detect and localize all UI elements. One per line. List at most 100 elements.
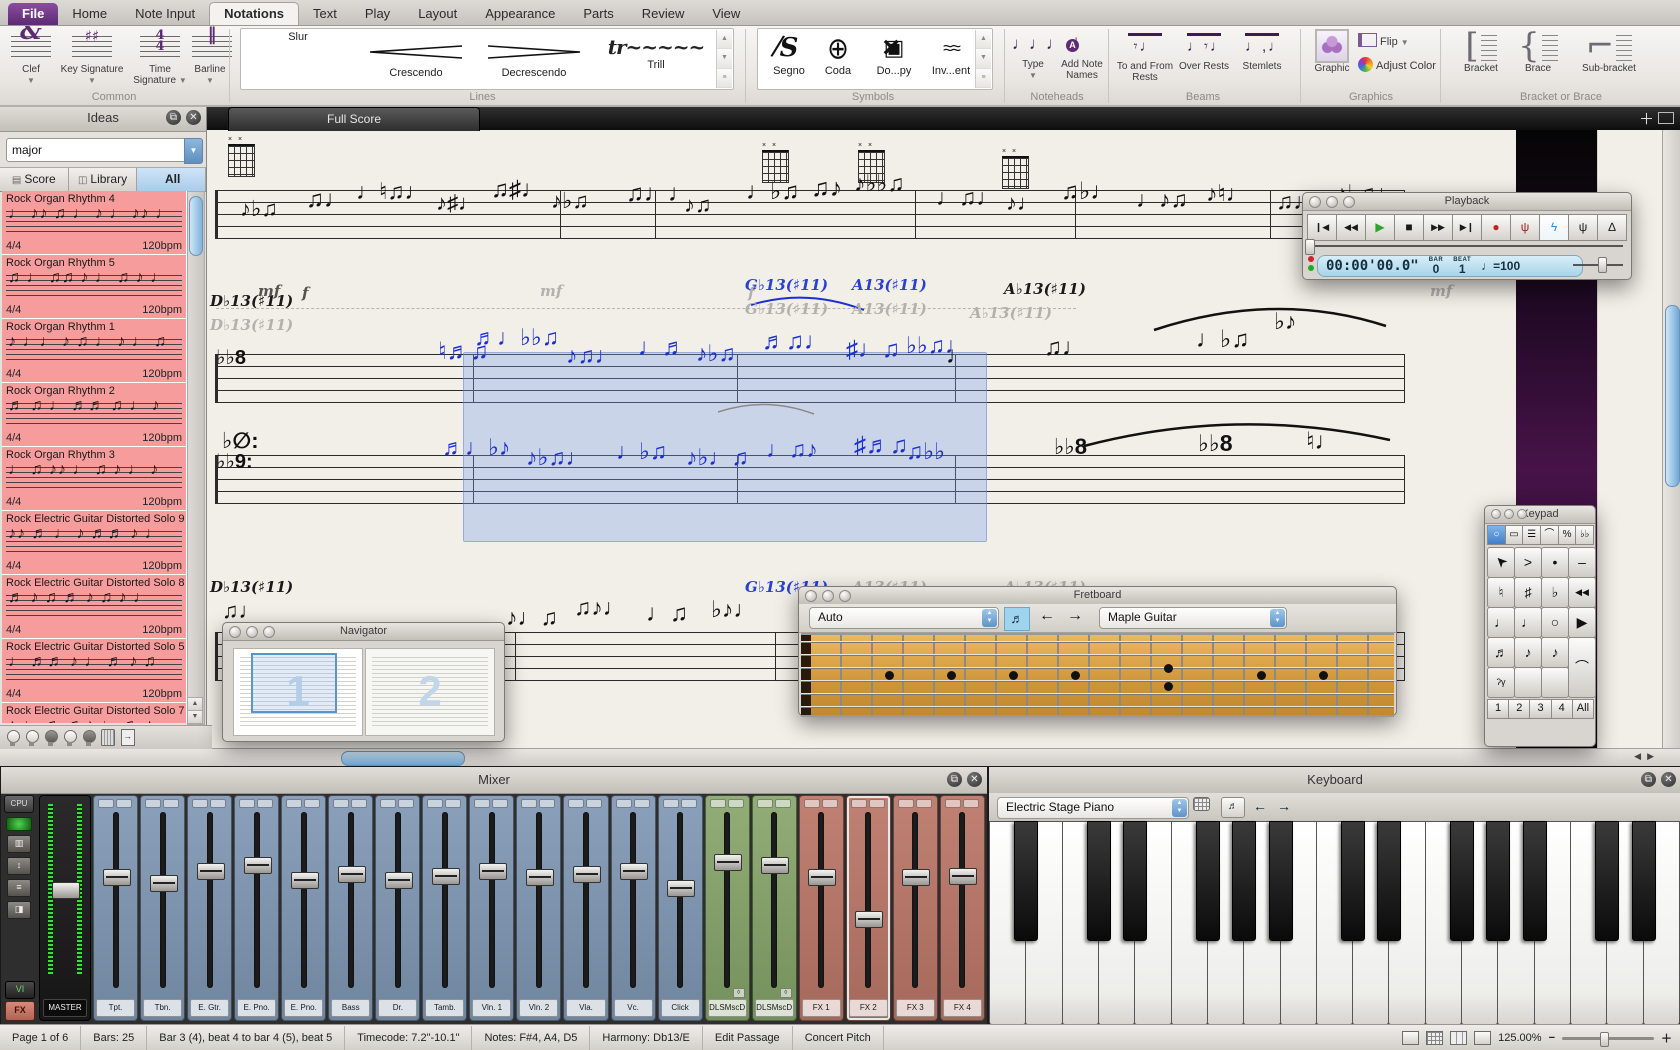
- mixer-channel-strip[interactable]: Vc.: [611, 795, 656, 1021]
- note-cluster[interactable]: ♫♭♭: [906, 440, 945, 463]
- keypad-title-bar[interactable]: Keypad: [1485, 506, 1595, 524]
- zoom-slider-track[interactable]: [1562, 1037, 1654, 1040]
- solo-button[interactable]: [916, 799, 932, 808]
- mixer-channel-strip[interactable]: Tamb.: [422, 795, 467, 1021]
- status-segment[interactable]: Bars: 25: [81, 1026, 147, 1050]
- keypad-tab[interactable]: ♭♭: [1575, 525, 1594, 545]
- fader-cap[interactable]: [150, 875, 178, 892]
- line-crescendo[interactable]: Crescendo: [361, 31, 471, 79]
- meter-view-button[interactable]: ▥: [7, 835, 31, 853]
- solo-button[interactable]: [210, 799, 226, 808]
- zoom-out-button[interactable]: −: [1549, 1032, 1555, 1044]
- keyboard-detach-button[interactable]: ⧉: [1641, 772, 1656, 787]
- keypad-key-blank-2[interactable]: [1541, 667, 1569, 698]
- note-cluster[interactable]: ♭♭8: [216, 348, 246, 368]
- navigator-title-bar[interactable]: Navigator: [223, 623, 504, 641]
- bracket-button[interactable]: [ Bracket: [1452, 29, 1510, 74]
- keypad-key-quarter-note[interactable]: ♩: [1487, 607, 1515, 638]
- keypad-tab[interactable]: ☰: [1522, 525, 1541, 545]
- mute-button[interactable]: [286, 799, 302, 808]
- note-cluster[interactable]: ♬♩♭♪: [442, 436, 510, 459]
- ribbon-tab[interactable]: View: [698, 3, 754, 25]
- note-cluster[interactable]: ♪♭♩♫: [686, 446, 749, 469]
- note-cluster[interactable]: ♫♩: [1044, 336, 1086, 360]
- keypad-key-accent[interactable]: >: [1514, 547, 1542, 578]
- mute-button[interactable]: [757, 799, 773, 808]
- mute-button[interactable]: [521, 799, 537, 808]
- note-cluster[interactable]: ♩♫: [646, 602, 688, 626]
- chord-symbol[interactable]: G♭13(♯11): [745, 300, 828, 318]
- octave-down-arrow[interactable]: ←: [1249, 797, 1271, 816]
- ideas-scrollbar-thumb[interactable]: [189, 196, 203, 256]
- note-cluster[interactable]: ♫♩♩: [626, 182, 692, 206]
- mixer-channel-strip[interactable]: E. Pno. (b): [281, 795, 326, 1021]
- mute-button[interactable]: [568, 799, 584, 808]
- note-cluster[interactable]: ♫♯♩: [491, 178, 545, 202]
- mute-button[interactable]: [239, 799, 255, 808]
- go-to-start-button[interactable]: ❙◀: [1307, 214, 1337, 241]
- score-vertical-scrollbar[interactable]: [1662, 130, 1680, 748]
- click-button[interactable]: ∆: [1597, 214, 1627, 241]
- solo-button[interactable]: [163, 799, 179, 808]
- symbols-gallery-scroll[interactable]: ▲▼≡: [975, 30, 991, 88]
- line-trill[interactable]: tr~~~~~ Trill: [601, 31, 711, 71]
- mixer-channel-strip[interactable]: FX 4: [940, 795, 985, 1021]
- mixer-channel-strip[interactable]: Dr.: [375, 795, 420, 1021]
- fretboard-title-bar[interactable]: Fretboard: [799, 587, 1396, 605]
- solo-button[interactable]: [963, 799, 979, 808]
- mixer-channel-strip[interactable]: E. Pno. (a): [234, 795, 279, 1021]
- fretboard-mode-select[interactable]: Auto▲▼: [809, 607, 999, 629]
- scroll-arrows[interactable]: ◀▶: [1634, 751, 1660, 762]
- ideas-close-button[interactable]: ✕: [186, 110, 201, 125]
- note-cluster[interactable]: ♩♫♪: [766, 438, 818, 461]
- new-tab-button[interactable]: ＋: [1639, 108, 1654, 129]
- solo-button[interactable]: [351, 799, 367, 808]
- play-button[interactable]: ▶: [1365, 214, 1395, 241]
- mute-button[interactable]: [192, 799, 208, 808]
- note-cluster[interactable]: ♬♩♭♭♫: [474, 326, 559, 349]
- clef-button[interactable]: & Clef▼: [8, 29, 54, 86]
- ribbon-tab[interactable]: Appearance: [471, 3, 569, 25]
- mixer-channel-strip[interactable]: Vln. 2: [516, 795, 561, 1021]
- master-fader[interactable]: [52, 882, 80, 899]
- playback-position-thumb[interactable]: [1305, 239, 1315, 255]
- solo-button[interactable]: [775, 799, 791, 808]
- master-strip[interactable]: MASTER: [39, 795, 91, 1021]
- solo-button[interactable]: [304, 799, 320, 808]
- strip-view-button[interactable]: ≡: [7, 879, 31, 897]
- mixer-channel-strip[interactable]: DLSMscD ◊: [705, 795, 750, 1021]
- playback-window-controls[interactable]: [1309, 196, 1355, 208]
- keypad-key-tie[interactable]: ⌒: [1568, 637, 1596, 698]
- mute-button[interactable]: [804, 799, 820, 808]
- fader-cap[interactable]: [338, 866, 366, 883]
- record-button[interactable]: ●: [1481, 214, 1511, 241]
- note-cluster[interactable]: ♮♩: [1306, 430, 1339, 454]
- keypad-key-previous[interactable]: ◀◀: [1568, 577, 1596, 608]
- black-key[interactable]: [1486, 821, 1510, 941]
- mixer-channel-strip[interactable]: E. Gtr.: [187, 795, 232, 1021]
- mute-button[interactable]: [427, 799, 443, 808]
- keypad-key-half-note[interactable]: ♩: [1514, 607, 1542, 638]
- key-signature-button[interactable]: ♯♯ Key Signature ▼: [60, 29, 124, 86]
- playback-position-track[interactable]: [1311, 245, 1623, 247]
- fader-cap[interactable]: [244, 857, 272, 874]
- fader-cap[interactable]: [949, 868, 977, 885]
- black-key[interactable]: [1269, 821, 1293, 941]
- pages-view-icon[interactable]: [1450, 1031, 1467, 1045]
- fader-cap[interactable]: [667, 880, 695, 897]
- playback-title-bar[interactable]: Playback: [1303, 193, 1631, 211]
- black-key[interactable]: [1087, 821, 1111, 941]
- note-cluster[interactable]: ♫♩: [222, 600, 261, 622]
- fader-cap[interactable]: [432, 868, 460, 885]
- note-cluster[interactable]: ♩: [946, 344, 970, 368]
- keypad-key-natural[interactable]: ♮: [1487, 577, 1515, 608]
- chord-symbol[interactable]: A♭13(♯11): [970, 304, 1052, 322]
- fader-cap[interactable]: [573, 866, 601, 883]
- score-horizontal-scrollbar-thumb[interactable]: [341, 751, 465, 766]
- ideas-detach-button[interactable]: ⧉: [166, 110, 181, 125]
- keypad-tab[interactable]: ⌒: [1540, 525, 1559, 545]
- fader-cap[interactable]: [197, 863, 225, 880]
- solo-button[interactable]: [869, 799, 885, 808]
- rewind-button[interactable]: ◀◀: [1336, 214, 1366, 241]
- fast-forward-button[interactable]: ▶▶: [1423, 214, 1453, 241]
